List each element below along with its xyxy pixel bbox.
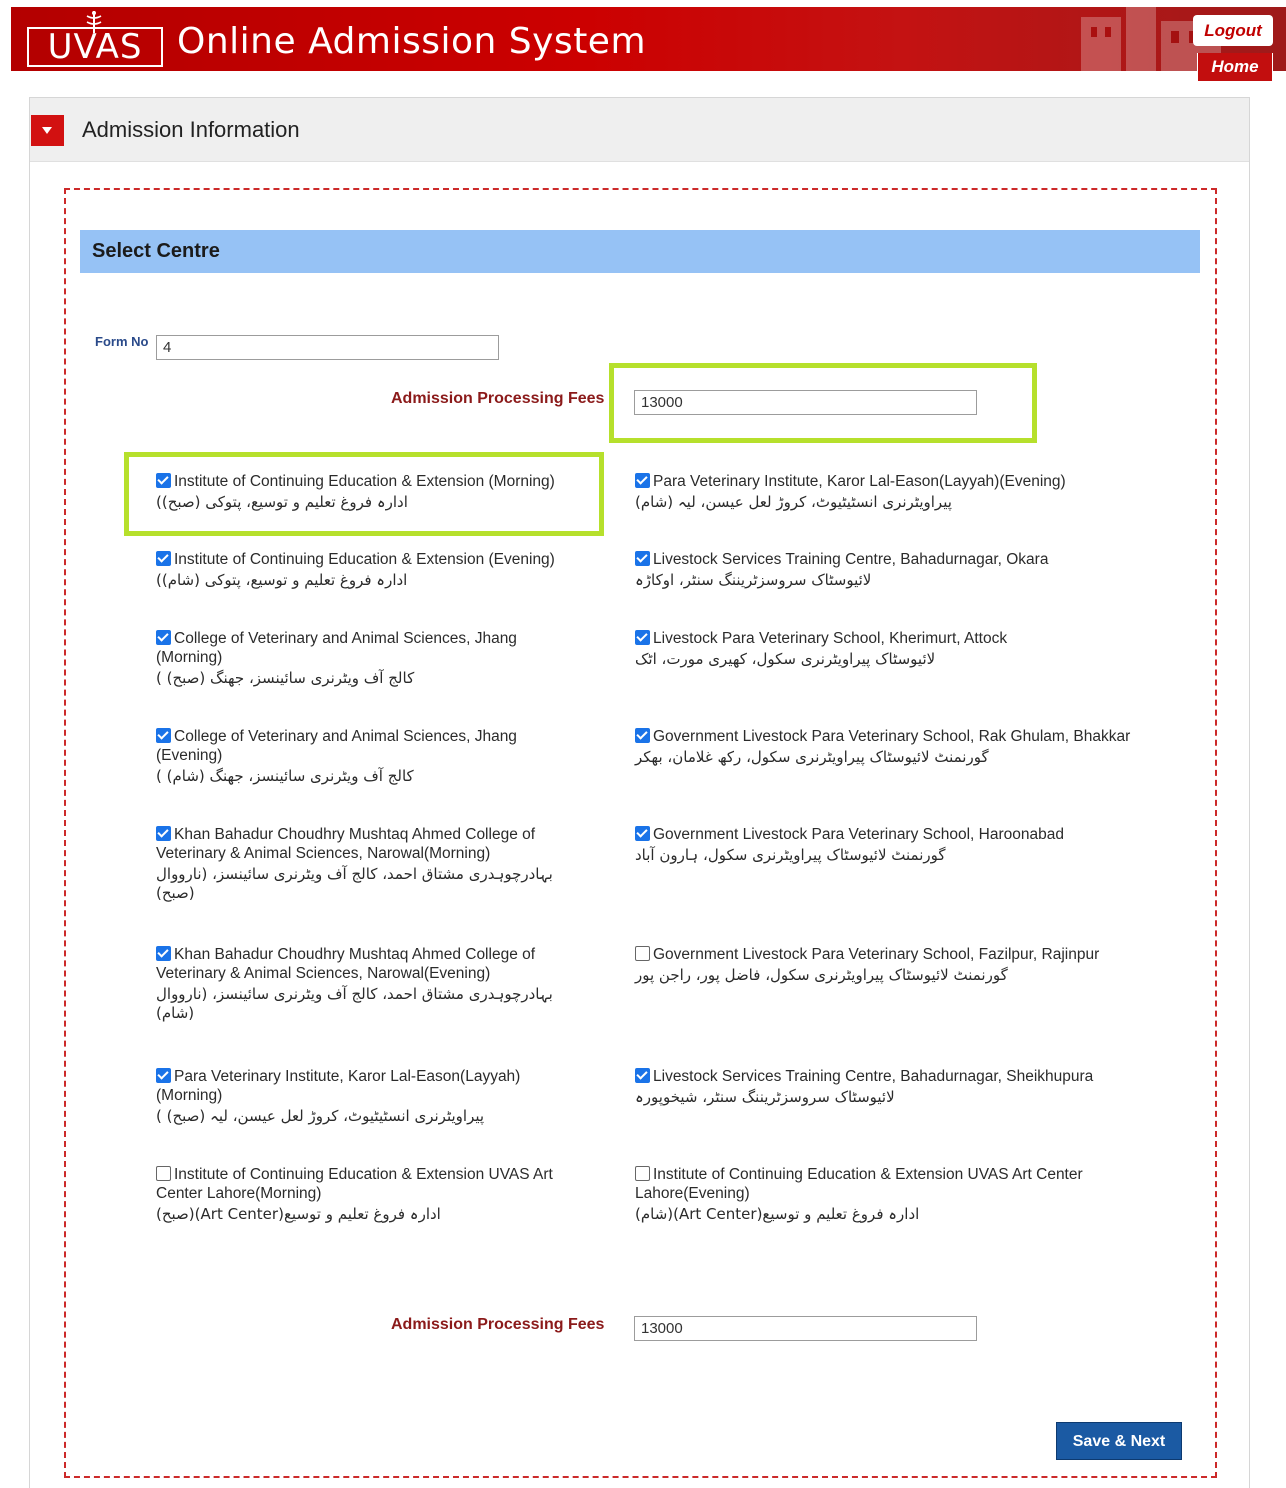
logout-button[interactable]: Logout <box>1193 15 1273 46</box>
centre-option[interactable]: College of Veterinary and Animal Science… <box>156 629 586 688</box>
section-title: Select Centre <box>92 240 220 262</box>
centre-name-english: Livestock Para Veterinary School, Kherim… <box>653 630 1008 647</box>
uvas-logo: UVAS <box>27 11 163 67</box>
centre-name-urdu: گورنمنٹ لائیوسٹاک پیراویٹرنری سکول، رکھ … <box>635 748 989 766</box>
centre-name-english: Para Veterinary Institute, Karor Lal-Eas… <box>653 473 1066 490</box>
admission-panel: Admission Information Select Centre <box>29 97 1250 1488</box>
checkbox-checked-icon[interactable] <box>156 1068 171 1083</box>
page: UVAS Online Admission System Logout Home… <box>0 0 1286 1488</box>
checkbox-checked-icon[interactable] <box>635 728 650 743</box>
checkbox-unchecked-icon[interactable] <box>635 946 650 961</box>
centre-name-urdu: پیراویٹرنری انسٹیٹیوٹ، کروڑ لعل عیسن، لی… <box>635 493 952 511</box>
home-button[interactable]: Home <box>1197 53 1273 82</box>
centre-option[interactable]: Government Livestock Para Veterinary Sch… <box>635 945 1175 985</box>
form-no-label: Form No <box>95 334 149 349</box>
centre-name-urdu: بہادرچوہدری مشتاق احمد، کالج آف ویٹرنری … <box>156 985 553 1022</box>
centre-option[interactable]: Institute of Continuing Education & Exte… <box>156 550 586 590</box>
fee-label-bottom: Admission Processing Fees <box>391 1316 605 1333</box>
fee-input[interactable] <box>634 390 977 415</box>
save-next-button[interactable]: Save & Next <box>1056 1422 1182 1460</box>
centre-option[interactable]: Para Veterinary Institute, Karor Lal-Eas… <box>635 472 1175 512</box>
centre-name-english: Government Livestock Para Veterinary Sch… <box>653 946 1100 963</box>
centre-option[interactable]: College of Veterinary and Animal Science… <box>156 727 586 786</box>
centre-option[interactable]: Para Veterinary Institute, Karor Lal-Eas… <box>156 1067 586 1126</box>
centre-option[interactable]: Institute of Continuing Education & Exte… <box>156 1165 586 1224</box>
centre-name-english: Government Livestock Para Veterinary Sch… <box>653 728 1131 745</box>
centre-name-english: Institute of Continuing Education & Exte… <box>174 473 555 490</box>
centre-name-urdu: ادارہ فروغ تعلیم و توسیع، پتوکی (صبح)) <box>156 493 408 511</box>
centre-name-english: Government Livestock Para Veterinary Sch… <box>653 826 1064 843</box>
centre-name-urdu: کالج آف ویٹرنری سائینسز، جھنگ (صبح) ) <box>156 669 415 687</box>
centre-option[interactable]: Khan Bahadur Choudhry Mushtaq Ahmed Coll… <box>156 945 586 1023</box>
centre-option[interactable]: Khan Bahadur Choudhry Mushtaq Ahmed Coll… <box>156 825 586 903</box>
checkbox-checked-icon[interactable] <box>635 551 650 566</box>
checkbox-checked-icon[interactable] <box>156 473 171 488</box>
form-no-input[interactable] <box>156 335 499 360</box>
centre-name-english: Khan Bahadur Choudhry Mushtaq Ahmed Coll… <box>156 826 536 862</box>
checkbox-checked-icon[interactable] <box>156 728 171 743</box>
centre-name-urdu: لائیوسٹاک پیراویٹرنری سکول، کھیری مورت، … <box>635 650 936 668</box>
centre-name-urdu: بہادرچوہدری مشتاق احمد، کالج آف ویٹرنری … <box>156 865 553 902</box>
centre-name-english: Livestock Services Training Centre, Baha… <box>653 551 1049 568</box>
checkbox-checked-icon[interactable] <box>635 630 650 645</box>
checkbox-checked-icon[interactable] <box>156 826 171 841</box>
centre-name-english: Institute of Continuing Education & Exte… <box>174 551 555 568</box>
site-title: Online Admission System <box>177 21 647 62</box>
checkbox-unchecked-icon[interactable] <box>156 1166 171 1181</box>
centre-name-english: College of Veterinary and Animal Science… <box>156 728 517 764</box>
centre-name-urdu: کالج آف ویٹرنری سائینسز، جھنگ (شام) ) <box>156 767 414 785</box>
centre-name-english: College of Veterinary and Animal Science… <box>156 630 517 666</box>
centre-option[interactable]: Livestock Para Veterinary School, Kherim… <box>635 629 1175 669</box>
checkbox-checked-icon[interactable] <box>635 473 650 488</box>
centre-option[interactable]: Livestock Services Training Centre, Baha… <box>635 1067 1175 1107</box>
centre-name-english: Institute of Continuing Education & Exte… <box>156 1166 553 1202</box>
centre-name-urdu: ادارہ فروغ تعلیم و توسیع(Art Center)(شام… <box>635 1205 920 1223</box>
centre-name-urdu: گورنمنٹ لائیوسٹاک پیراویٹرنری سکول، ہارو… <box>635 846 946 864</box>
checkbox-checked-icon[interactable] <box>635 826 650 841</box>
centre-option[interactable]: Government Livestock Para Veterinary Sch… <box>635 825 1175 865</box>
panel-header: Admission Information <box>30 98 1249 162</box>
centre-option[interactable]: Institute of Continuing Education & Exte… <box>156 472 586 512</box>
site-header: UVAS Online Admission System <box>11 7 1286 71</box>
centre-name-urdu: ادارہ فروغ تعلیم و توسیع، پتوکی (شام)) <box>156 571 408 589</box>
checkbox-checked-icon[interactable] <box>156 946 171 961</box>
checkbox-checked-icon[interactable] <box>635 1068 650 1083</box>
centre-name-urdu: لائیوسٹاک سروسزٹریننگ سنٹر، شیخوپورہ <box>635 1088 895 1106</box>
centre-option[interactable]: Institute of Continuing Education & Exte… <box>635 1165 1175 1224</box>
collapse-toggle-icon[interactable] <box>31 115 64 146</box>
panel-title: Admission Information <box>82 117 300 142</box>
centre-name-english: Livestock Services Training Centre, Baha… <box>653 1068 1094 1085</box>
centre-name-english: Khan Bahadur Choudhry Mushtaq Ahmed Coll… <box>156 946 536 982</box>
checkbox-unchecked-icon[interactable] <box>635 1166 650 1181</box>
centre-option[interactable]: Government Livestock Para Veterinary Sch… <box>635 727 1175 767</box>
centre-option[interactable]: Livestock Services Training Centre, Baha… <box>635 550 1175 590</box>
section-header: Select Centre <box>80 230 1200 273</box>
fee-input-bottom[interactable] <box>634 1316 977 1341</box>
centre-name-english: Institute of Continuing Education & Exte… <box>635 1166 1083 1202</box>
centre-name-urdu: ادارہ فروغ تعلیم و توسیع(Art Center)(صبح… <box>156 1205 441 1223</box>
checkbox-checked-icon[interactable] <box>156 551 171 566</box>
centre-name-urdu: گورنمنٹ لائیوسٹاک پیراویٹرنری سکول، فاضل… <box>635 966 1008 984</box>
logo-text: UVAS <box>27 27 163 67</box>
fee-label: Admission Processing Fees <box>391 390 605 407</box>
centre-name-urdu: پیراویٹرنری انسٹیٹیوٹ، کروڑ لعل عیسن، لی… <box>156 1107 485 1125</box>
centre-name-urdu: لائیوسٹاک سروسزٹریننگ سنٹر، اوکاڑہ <box>635 571 872 589</box>
centre-name-english: Para Veterinary Institute, Karor Lal-Eas… <box>156 1068 521 1104</box>
checkbox-checked-icon[interactable] <box>156 630 171 645</box>
